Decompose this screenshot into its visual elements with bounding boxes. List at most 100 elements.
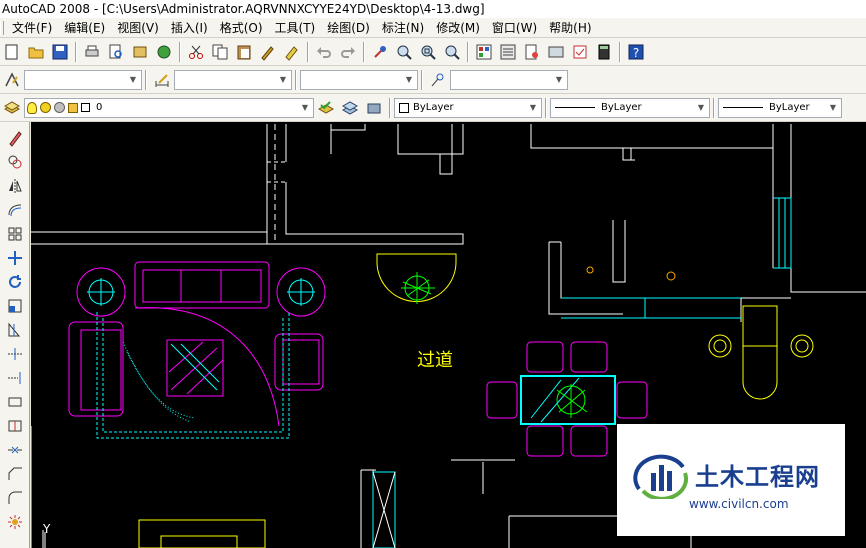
toolbar-separator — [421, 69, 423, 90]
toolbar-separator — [467, 41, 469, 62]
zoom-previous-icon[interactable] — [441, 41, 463, 63]
toolbar-separator — [545, 97, 547, 118]
plot-preview-icon[interactable] — [105, 41, 127, 63]
color-control-select[interactable]: ByLayer ▼ — [394, 97, 542, 118]
menu-dimension[interactable]: 标注(N) — [376, 19, 430, 37]
match-properties-icon[interactable] — [257, 41, 279, 63]
print-icon[interactable] — [81, 41, 103, 63]
lineweight-value: ByLayer — [769, 102, 810, 113]
zoom-window-icon[interactable] — [417, 41, 439, 63]
lineweight-control-select[interactable]: ByLayer ▼ — [718, 97, 842, 118]
toolbar-separator — [307, 41, 309, 62]
copy-icon[interactable] — [209, 41, 231, 63]
copy-object-icon[interactable] — [4, 151, 26, 173]
toolbar-separator — [145, 69, 147, 90]
array-icon[interactable] — [4, 223, 26, 245]
watermark: 土木工程网 www.civilcn.com — [617, 424, 845, 536]
cut-icon[interactable] — [185, 41, 207, 63]
explode-icon[interactable] — [4, 511, 26, 533]
help-icon[interactable]: ? — [625, 41, 647, 63]
color-swatch — [399, 102, 409, 113]
layer-states-icon[interactable] — [363, 97, 385, 119]
new-icon[interactable] — [1, 41, 23, 63]
tool-palettes-icon[interactable] — [521, 41, 543, 63]
stretch-icon[interactable] — [4, 319, 26, 341]
trim-icon[interactable] — [4, 343, 26, 365]
menu-window[interactable]: 窗口(W) — [486, 19, 543, 37]
properties-icon[interactable] — [473, 41, 495, 63]
menu-insert[interactable]: 插入(I) — [165, 19, 214, 37]
chamfer-icon[interactable] — [4, 463, 26, 485]
svg-text:?: ? — [633, 46, 639, 60]
menu-modify[interactable]: 修改(M) — [430, 19, 486, 37]
join-icon[interactable] — [4, 439, 26, 461]
chevron-down-icon: ▼ — [529, 103, 537, 112]
paste-icon[interactable] — [233, 41, 255, 63]
move-icon[interactable] — [4, 247, 26, 269]
chevron-down-icon: ▼ — [129, 75, 137, 84]
chevron-down-icon: ▼ — [555, 75, 563, 84]
chevron-down-icon: ▼ — [697, 103, 705, 112]
layer-previous-icon[interactable] — [339, 97, 361, 119]
linetype-preview — [555, 107, 595, 108]
menu-view[interactable]: 视图(V) — [111, 19, 165, 37]
linetype-value: ByLayer — [601, 102, 642, 113]
menu-file[interactable]: 文件(F) — [6, 19, 58, 37]
open-icon[interactable] — [25, 41, 47, 63]
sheet-set-icon[interactable] — [545, 41, 567, 63]
mirror-icon[interactable] — [4, 175, 26, 197]
chevron-down-icon: ▼ — [279, 75, 287, 84]
3d-dwf-icon[interactable] — [153, 41, 175, 63]
calculator-icon[interactable] — [593, 41, 615, 63]
save-icon[interactable] — [49, 41, 71, 63]
watermark-title: 土木工程网 — [695, 462, 820, 491]
layer-viewport-icon[interactable] — [54, 102, 65, 113]
menu-edit[interactable]: 编辑(E) — [58, 19, 111, 37]
design-center-icon[interactable] — [497, 41, 519, 63]
extend-icon[interactable] — [4, 367, 26, 389]
fillet-icon[interactable] — [4, 487, 26, 509]
scale-icon[interactable] — [4, 295, 26, 317]
corridor-label: 过道 — [417, 350, 453, 371]
multileader-style-icon[interactable] — [427, 69, 449, 91]
text-style-select[interactable]: ▼ — [24, 69, 142, 90]
table-style-select[interactable]: ▼ — [300, 69, 418, 90]
make-current-layer-icon[interactable] — [315, 97, 337, 119]
toolbar-separator — [75, 41, 77, 62]
layer-thaw-icon[interactable] — [40, 102, 51, 113]
break-at-point-icon[interactable] — [4, 391, 26, 413]
multileader-style-select[interactable]: ▼ — [450, 69, 568, 90]
undo-icon[interactable] — [313, 41, 335, 63]
menu-draw[interactable]: 绘图(D) — [321, 19, 376, 37]
publish-icon[interactable] — [129, 41, 151, 63]
toolbar-separator — [363, 41, 365, 62]
dimension-style-select[interactable]: ▼ — [174, 69, 292, 90]
menu-tools[interactable]: 工具(T) — [269, 19, 322, 37]
layer-select[interactable]: 0 ▼ — [24, 97, 314, 118]
linetype-control-select[interactable]: ByLayer ▼ — [550, 97, 710, 118]
menu-grip[interactable] — [0, 20, 4, 35]
layers-toolbar: 0 ▼ ByLayer ▼ ByLayer ▼ ByLayer ▼ — [0, 94, 866, 122]
text-style-icon[interactable] — [1, 69, 23, 91]
zoom-realtime-icon[interactable] — [393, 41, 415, 63]
civilcn-logo-icon — [633, 454, 689, 499]
redo-icon[interactable] — [337, 41, 359, 63]
toolbar-separator — [179, 41, 181, 62]
watermark-row: 土木工程网 — [633, 449, 820, 499]
chevron-down-icon: ▼ — [405, 75, 413, 84]
erase-icon[interactable] — [4, 127, 26, 149]
menu-help[interactable]: 帮助(H) — [543, 19, 597, 37]
markup-icon[interactable] — [569, 41, 591, 63]
break-icon[interactable] — [4, 415, 26, 437]
offset-icon[interactable] — [4, 199, 26, 221]
layer-color-swatch[interactable] — [81, 103, 90, 112]
menu-format[interactable]: 格式(O) — [214, 19, 269, 37]
layer-manager-icon[interactable] — [1, 97, 23, 119]
block-editor-icon[interactable] — [281, 41, 303, 63]
rotate-icon[interactable] — [4, 271, 26, 293]
styles-toolbar: ▼ ▼ ▼ ▼ — [0, 66, 866, 94]
layer-on-icon[interactable] — [27, 101, 37, 114]
layer-lock-icon[interactable] — [68, 102, 78, 113]
pan-realtime-icon[interactable] — [369, 41, 391, 63]
dimension-style-icon[interactable] — [151, 69, 173, 91]
